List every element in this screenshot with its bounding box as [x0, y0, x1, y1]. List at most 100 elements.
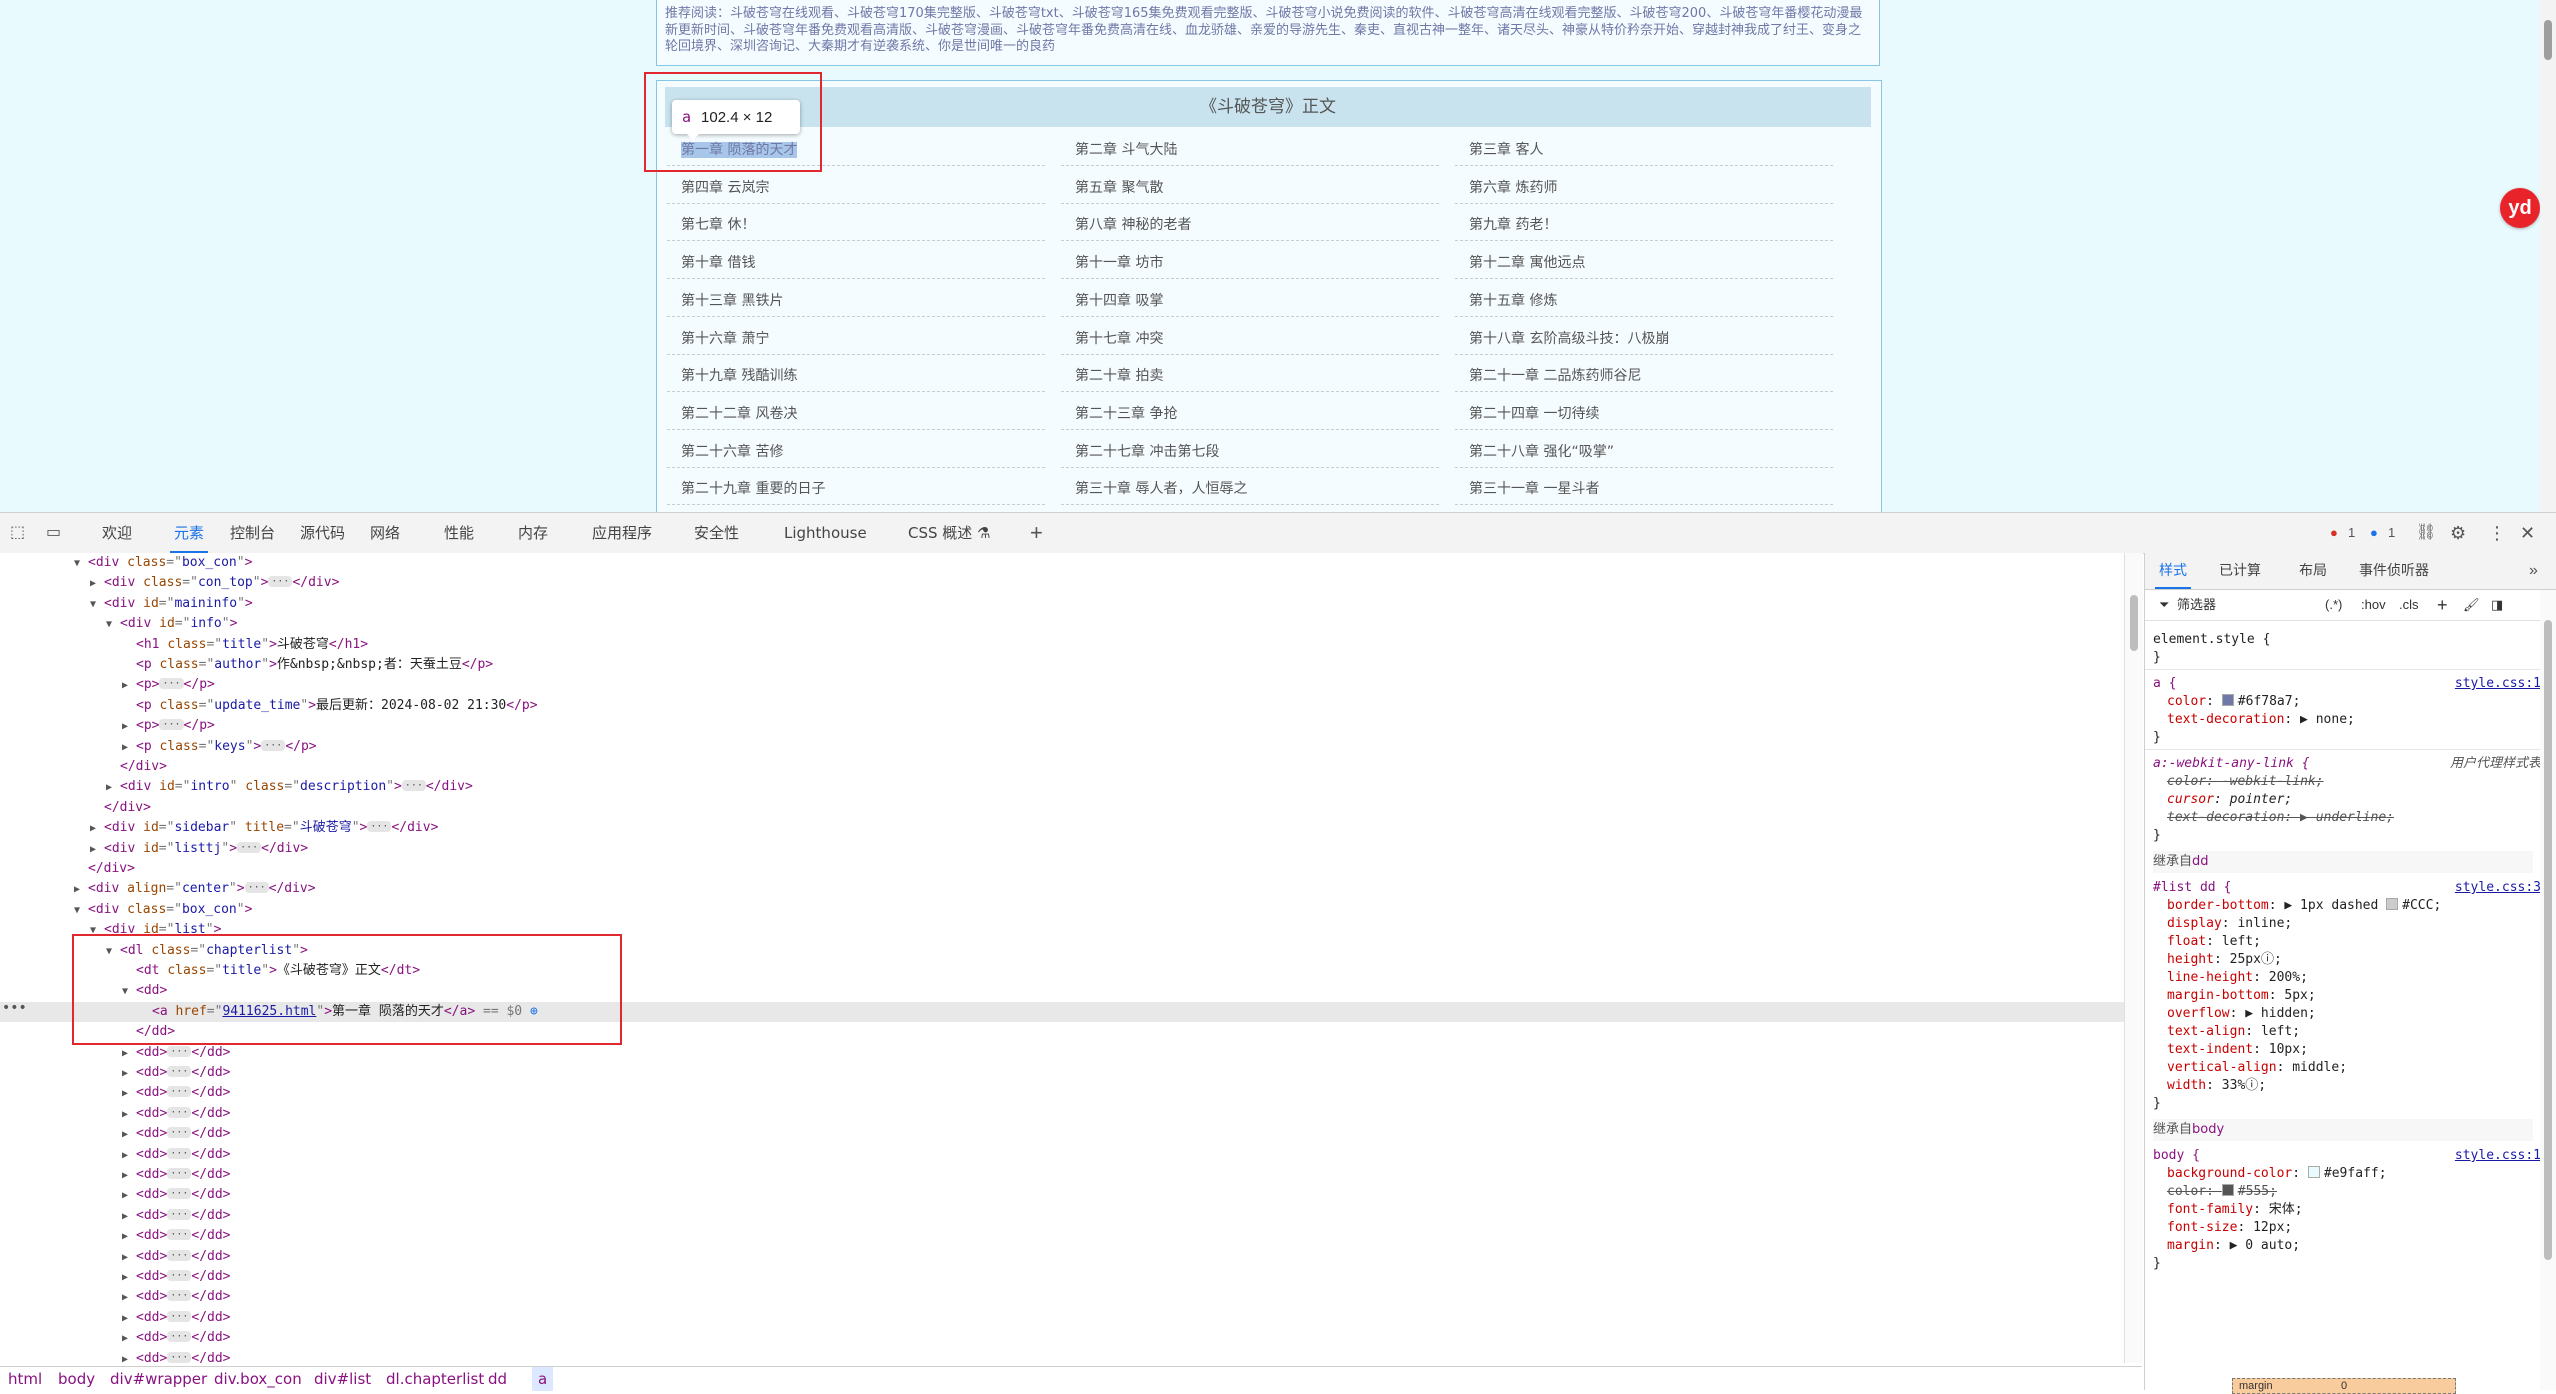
expand-triangle-icon[interactable]: ▶ [122, 738, 136, 758]
expand-triangle-icon[interactable]: ▶ [90, 819, 104, 839]
expand-triangle-icon[interactable]: ▶ [122, 1268, 136, 1288]
expand-triangle-icon[interactable]: ▶ [106, 778, 120, 798]
rule-dd-source-link[interactable]: style.css:3 [2455, 879, 2541, 897]
devtools-tab[interactable]: 欢迎 [102, 513, 132, 553]
prop-dd[interactable]: text-align: left; [2167, 1023, 2556, 1041]
page-scrollbar-thumb[interactable] [2544, 20, 2552, 60]
breadcrumb-item[interactable]: a [532, 1367, 554, 1391]
more-options-icon[interactable]: ⋮ [2488, 513, 2506, 553]
expand-triangle-icon[interactable]: ▶ [122, 1186, 136, 1206]
expand-triangle-icon[interactable]: ▶ [122, 1044, 136, 1064]
prop-a-text-decoration[interactable]: text-decoration: ▶ none; [2167, 711, 2556, 729]
color-swatch[interactable] [2307, 1166, 2320, 1178]
expand-triangle-icon[interactable]: ▶ [122, 1166, 136, 1186]
youdao-badge[interactable]: yd [2500, 188, 2540, 228]
collapsed-children-ellipsis[interactable]: ··· [167, 1310, 192, 1322]
dom-node[interactable]: ▶ <p> ··· </p> [0, 675, 2124, 695]
elements-scrollbar-thumb[interactable] [2130, 595, 2138, 651]
inherit-dd-link[interactable]: dd [2192, 854, 2209, 869]
collapsed-children-ellipsis[interactable]: ··· [167, 1168, 192, 1179]
expand-triangle-icon[interactable]: ▶ [74, 880, 88, 900]
elements-scrollbar[interactable] [2124, 553, 2143, 1363]
dom-node[interactable]: ▶<dd>···</dd> [0, 1083, 2124, 1103]
breadcrumb-item[interactable]: div#wrapper [110, 1367, 207, 1391]
dom-node[interactable]: ▶<dd>···</dd> [0, 1206, 2124, 1226]
more-tabs-icon[interactable]: » [2529, 553, 2538, 589]
collapsed-children-ellipsis[interactable]: ··· [167, 1045, 192, 1057]
breadcrumb-item[interactable]: body [58, 1367, 95, 1391]
inherit-body-link[interactable]: body [2192, 1122, 2224, 1137]
collapsed-children-ellipsis[interactable]: ··· [167, 1188, 192, 1200]
prop-dd[interactable]: margin-bottom: 5px; [2167, 987, 2556, 1005]
chapter-link[interactable]: 第四章 云岚宗 [667, 169, 1045, 204]
chapter-link[interactable]: 第十五章 修炼 [1455, 282, 1833, 317]
devtools-tab[interactable]: 内存 [518, 513, 548, 553]
sidebar-toggle-icon[interactable]: ◨ [2491, 590, 2503, 620]
chapter-link[interactable]: 第二十九章 重要的日子 [667, 470, 1045, 506]
dom-node[interactable]: ▶<dd>···</dd> [0, 1185, 2124, 1205]
prop-body-font-size[interactable]: font-size: 12px; [2167, 1219, 2556, 1237]
dom-node[interactable]: ▶ <p class="keys"> ··· </p> [0, 737, 2124, 757]
chapter-link[interactable]: 第十八章 玄阶高级斗技：八极崩 [1455, 320, 1833, 355]
paint-icon[interactable]: 🖌 [2463, 590, 2480, 620]
expand-triangle-icon[interactable]: ▶ [90, 840, 104, 860]
collapsed-children-ellipsis[interactable]: ··· [167, 1351, 192, 1363]
styles-subtab[interactable]: 样式 [2155, 553, 2191, 589]
dom-node[interactable]: ▶<dd>···</dd> [0, 1226, 2124, 1246]
expand-triangle-icon[interactable]: ▶ [122, 1146, 136, 1166]
expand-triangle-icon[interactable]: ▶ [122, 1288, 136, 1308]
chapter-link[interactable]: 第二十一章 二品炼药师谷尼 [1455, 357, 1833, 393]
collapsed-children-ellipsis[interactable]: ··· [167, 1270, 192, 1281]
breadcrumb-item[interactable]: dl.chapterlist [386, 1367, 484, 1391]
prop-dd[interactable]: float: left; [2167, 933, 2556, 951]
collapsed-children-ellipsis[interactable]: ··· [167, 1208, 192, 1220]
styles-subtab[interactable]: 已计算 [2219, 553, 2261, 589]
prop-dd[interactable]: overflow: ▶ hidden; [2167, 1005, 2556, 1023]
dom-node[interactable]: ▶ <p> ··· </p> [0, 716, 2124, 736]
new-rule-icon[interactable]: + [2437, 590, 2448, 620]
collapsed-children-ellipsis[interactable]: ··· [159, 719, 184, 731]
prop-body-font-family[interactable]: font-family: 宋体; [2167, 1201, 2556, 1219]
chapter-link[interactable]: 第十四章 吸掌 [1061, 282, 1439, 317]
collapsed-children-ellipsis[interactable]: ··· [167, 1106, 192, 1118]
info-count[interactable]: 1 [2388, 513, 2395, 553]
chapter-link[interactable]: 第二十三章 争抢 [1061, 395, 1439, 430]
color-swatch[interactable] [2221, 694, 2234, 706]
styles-subtab[interactable]: 布局 [2299, 553, 2327, 589]
devtools-tab[interactable]: Lighthouse [784, 513, 867, 553]
collapsed-children-ellipsis[interactable]: ··· [237, 841, 262, 853]
rule-list-dd-selector[interactable]: #list dd {style.css:3 [2153, 879, 2549, 897]
chapter-link[interactable]: 第二十八章 强化“吸掌” [1455, 433, 1833, 468]
devtools-tab[interactable]: 元素 [169, 513, 209, 553]
regex-icon[interactable]: (.*) [2325, 590, 2342, 620]
settings-icon[interactable]: ⚙ [2450, 513, 2466, 553]
dom-node[interactable]: <p class="update_time">最后更新：2024-08-02 2… [0, 696, 2124, 716]
expand-triangle-icon[interactable]: ▶ [122, 1105, 136, 1125]
breadcrumb-item[interactable]: html [8, 1367, 42, 1391]
dom-node[interactable]: ▼ <div class="box_con"> [0, 900, 2124, 920]
collapsed-children-ellipsis[interactable]: ··· [167, 1147, 192, 1159]
rule-body-source-link[interactable]: style.css:1 [2455, 1147, 2541, 1165]
expand-triangle-icon[interactable]: ▶ [122, 1207, 136, 1227]
collapsed-children-ellipsis[interactable]: ··· [367, 821, 392, 833]
dom-node[interactable]: ▼ <div id="maininfo"> [0, 594, 2124, 614]
chapter-link[interactable]: 第二十章 拍卖 [1061, 357, 1439, 393]
chapter-link[interactable]: 第三十一章 一星斗者 [1455, 470, 1833, 506]
rule-a-source-link[interactable]: style.css:1 [2455, 675, 2541, 693]
expand-triangle-icon[interactable]: ▶ [90, 574, 104, 594]
breadcrumb-item[interactable]: dd [488, 1367, 507, 1391]
prop-dd[interactable]: height: 25pxⓘ; [2167, 951, 2556, 969]
expand-triangle-icon[interactable]: ▶ [122, 1248, 136, 1268]
rule-ua-selector[interactable]: a:-webkit-any-link {用户代理样式表 [2153, 755, 2549, 773]
dom-node[interactable]: ▶<dd>···</dd> [0, 1328, 2124, 1348]
devtools-tab[interactable]: 网络 [370, 513, 400, 553]
prop-body-background[interactable]: background-color: #e9faff; [2167, 1165, 2556, 1183]
prop-dd[interactable]: width: 33%ⓘ; [2167, 1077, 2556, 1095]
breadcrumb-item[interactable]: div#list [314, 1367, 371, 1391]
dom-node[interactable]: <h1 class="title">斗破苍穹</h1> [0, 635, 2124, 655]
expand-triangle-icon[interactable]: ▶ [122, 1125, 136, 1145]
chapter-link[interactable]: 第三十章 辱人者，人恒辱之 [1061, 470, 1439, 506]
cls-button[interactable]: .cls [2399, 590, 2419, 620]
filter-input[interactable]: 筛选器 [2177, 590, 2216, 620]
info-icon[interactable]: ● [2370, 513, 2378, 553]
